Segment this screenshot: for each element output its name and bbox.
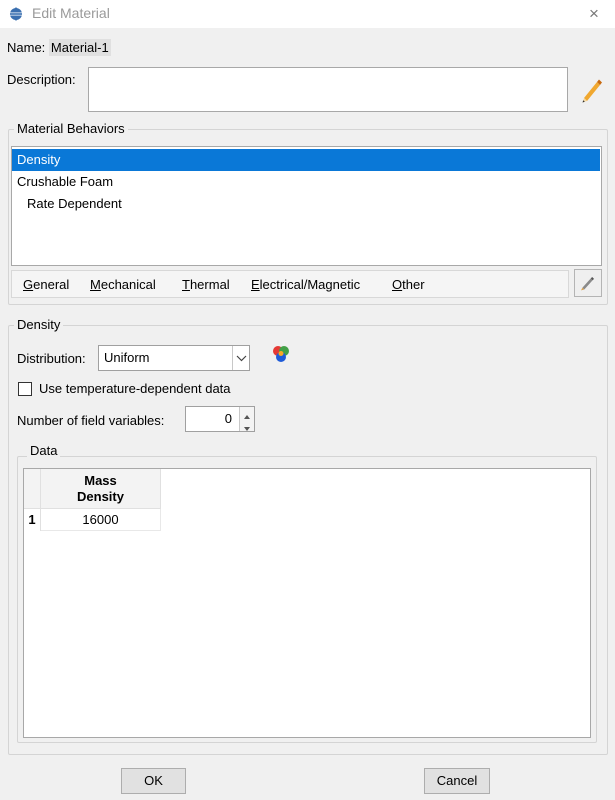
column-header-mass-density[interactable]: Mass Density (41, 469, 161, 509)
chevron-down-icon (236, 355, 247, 362)
title-bar: Edit Material × (0, 0, 615, 28)
edit-behavior-button[interactable] (574, 269, 602, 297)
menu-electrical-mnemonic: E (251, 277, 260, 292)
name-label: Name: (7, 40, 46, 55)
window-title: Edit Material (32, 5, 110, 21)
distribution-value: Uniform (104, 350, 150, 365)
spin-up-button[interactable] (240, 407, 254, 419)
name-row: Name: Material-1 (7, 39, 111, 56)
menu-general[interactable]: General (23, 277, 69, 292)
description-field[interactable] (88, 67, 568, 112)
close-button[interactable]: × (583, 3, 605, 25)
list-item-crushable-foam[interactable]: Crushable Foam (12, 171, 600, 193)
distribution-dropdown-button[interactable] (232, 346, 249, 370)
pencil-icon[interactable] (578, 74, 604, 104)
menu-mechanical-rest: echanical (100, 277, 156, 292)
menu-general-rest: eneral (33, 277, 70, 292)
app-icon (9, 7, 23, 21)
spin-down-button[interactable] (240, 419, 254, 431)
spinner-buttons (239, 407, 254, 431)
data-title: Data (27, 443, 61, 458)
column-header-line2: Density (77, 489, 124, 504)
menu-mechanical[interactable]: Mechanical (90, 277, 156, 292)
data-table[interactable]: Mass Density 1 16000 (23, 468, 591, 738)
close-icon: × (589, 4, 599, 23)
menu-general-mnemonic: G (23, 277, 34, 292)
temperature-dependent-label: Use temperature-dependent data (39, 381, 231, 396)
distribution-select[interactable]: Uniform (98, 345, 250, 371)
behaviors-list[interactable]: Density Crushable Foam Rate Dependent (11, 146, 602, 266)
density-title: Density (14, 317, 64, 332)
table-cell[interactable]: 16000 (41, 509, 161, 531)
field-variables-value: 0 (224, 411, 232, 426)
cancel-button[interactable]: Cancel (424, 768, 490, 794)
field-variables-label: Number of field variables: (17, 413, 165, 428)
description-label: Description: (7, 72, 76, 87)
menu-other[interactable]: Other (392, 277, 425, 292)
field-variables-spinner[interactable]: 0 (185, 406, 255, 432)
list-item-density[interactable]: Density (12, 149, 600, 171)
ok-button[interactable]: OK (121, 768, 186, 794)
row-header[interactable]: 1 (24, 509, 41, 531)
menu-thermal-mnemonic: T (182, 277, 190, 292)
triangle-down-icon (244, 427, 250, 431)
behavior-menu-bar: General Mechanical Thermal Electrical/Ma… (11, 270, 569, 298)
menu-thermal[interactable]: Thermal (182, 277, 230, 292)
list-item-rate-dependent[interactable]: Rate Dependent (12, 193, 600, 215)
distribution-label: Distribution: (17, 351, 86, 366)
menu-other-rest: ther (402, 277, 425, 292)
temperature-dependent-checkbox[interactable] (18, 382, 32, 396)
menu-electrical-rest: lectrical/Magnetic (259, 277, 361, 292)
menu-mechanical-mnemonic: M (90, 277, 101, 292)
color-palette-icon[interactable] (270, 344, 292, 364)
menu-thermal-rest: hermal (189, 277, 230, 292)
menu-electrical-magnetic[interactable]: Electrical/Magnetic (251, 277, 360, 292)
menu-other-mnemonic: O (392, 277, 403, 292)
edit-pencil-icon (581, 276, 595, 291)
table-corner-header[interactable] (24, 469, 41, 509)
material-behaviors-title: Material Behaviors (14, 121, 128, 136)
name-field[interactable]: Material-1 (48, 39, 111, 56)
column-header-line1: Mass (84, 473, 117, 488)
